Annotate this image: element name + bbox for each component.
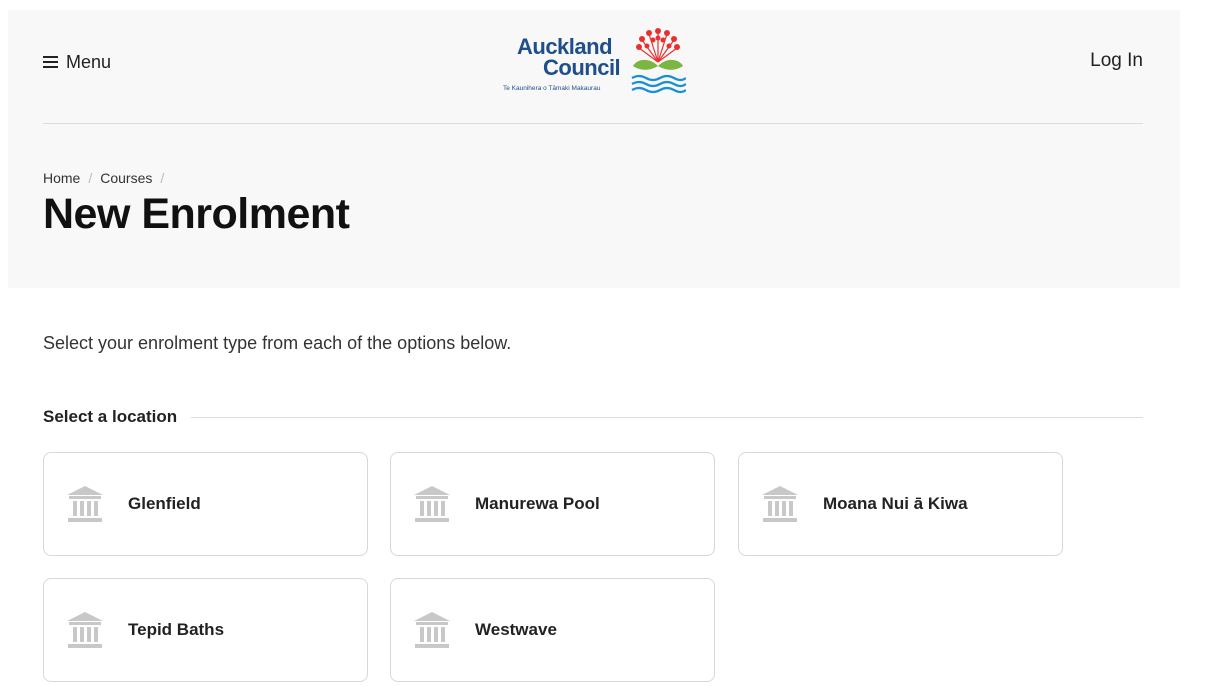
location-card-tepid-baths[interactable]: Tepid Baths bbox=[43, 578, 368, 682]
building-icon bbox=[414, 486, 450, 522]
pohutukawa-flower-icon bbox=[631, 28, 686, 94]
logo-tagline: Te Kaunihera o Tāmaki Makaurau bbox=[503, 85, 601, 92]
breadcrumb-courses[interactable]: Courses bbox=[100, 170, 152, 186]
breadcrumb-separator: / bbox=[88, 170, 93, 186]
location-section-heading: Select a location bbox=[43, 406, 1143, 428]
location-card-glenfield[interactable]: Glenfield bbox=[43, 452, 368, 556]
section-divider bbox=[191, 416, 1143, 418]
login-link[interactable]: Log In bbox=[1090, 50, 1143, 72]
location-card-westwave[interactable]: Westwave bbox=[390, 578, 715, 682]
building-icon bbox=[67, 486, 103, 522]
logo-text-line2: Council bbox=[543, 55, 621, 80]
breadcrumb: Home / Courses / bbox=[43, 170, 164, 186]
location-card-manurewa-pool[interactable]: Manurewa Pool bbox=[390, 452, 715, 556]
site-header: Menu Auckland Council Te Kaunihera o Tām… bbox=[43, 26, 1143, 106]
location-name: Manurewa Pool bbox=[475, 494, 600, 513]
section-label: Select a location bbox=[43, 407, 178, 426]
breadcrumb-home[interactable]: Home bbox=[43, 170, 80, 186]
auckland-council-logo[interactable]: Auckland Council Te Kaunihera o Tāmaki M… bbox=[503, 26, 688, 100]
header-divider bbox=[43, 123, 1143, 124]
breadcrumb-separator: / bbox=[160, 170, 165, 186]
building-icon bbox=[67, 612, 103, 648]
page-title: New Enrolment bbox=[43, 190, 350, 238]
building-icon bbox=[762, 486, 798, 522]
intro-text: Select your enrolment type from each of … bbox=[43, 333, 512, 353]
location-name: Tepid Baths bbox=[128, 620, 225, 639]
location-name: Westwave bbox=[475, 620, 557, 639]
location-name: Moana Nui ā Kiwa bbox=[823, 494, 968, 513]
building-icon bbox=[414, 612, 450, 648]
menu-label: Menu bbox=[66, 51, 112, 72]
location-card-moana-nui-a-kiwa[interactable]: Moana Nui ā Kiwa bbox=[738, 452, 1063, 556]
location-name: Glenfield bbox=[128, 494, 201, 513]
hamburger-icon bbox=[43, 56, 58, 68]
menu-button[interactable]: Menu bbox=[43, 50, 111, 74]
